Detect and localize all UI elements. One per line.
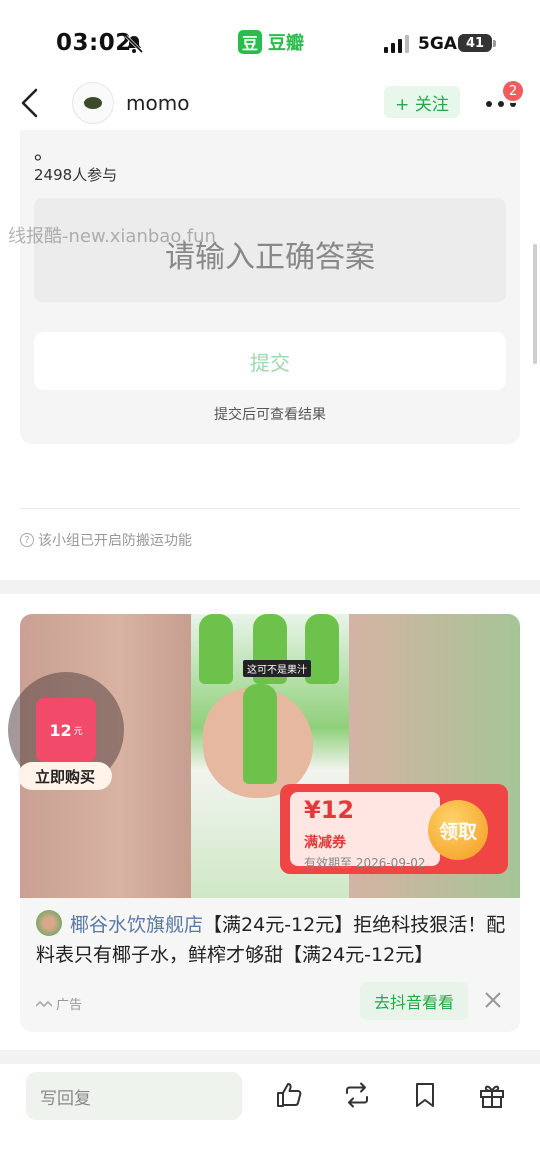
poll-participants: 2498人参与 (34, 166, 118, 184)
group-name[interactable]: momo (126, 91, 189, 115)
divider (20, 508, 520, 509)
douban-logo-icon: 豆 (238, 30, 262, 54)
goto-douyin-button[interactable]: 去抖音看看 (360, 982, 468, 1020)
buy-unit: 元 (73, 726, 83, 737)
buy-now-button[interactable]: 立即购买 (18, 762, 112, 790)
bookmark-icon[interactable] (410, 1080, 440, 1110)
battery-tip (493, 40, 496, 47)
question-icon: ? (20, 533, 34, 547)
top-nav: momo + 关注 (0, 80, 540, 130)
claim-coupon-button[interactable]: 领取 (428, 800, 488, 860)
bottom-bar: 写回复 (0, 1064, 540, 1174)
network-type: 5GA (418, 34, 457, 54)
section-gap (0, 580, 540, 594)
protect-notice: ? 该小组已开启防搬运功能 (20, 530, 192, 550)
close-icon[interactable] (483, 990, 503, 1010)
battery-icon: 41 (458, 34, 492, 52)
submit-hint: 提交后可查看结果 (214, 407, 326, 423)
video-caption: 这可不是果汁 (243, 660, 311, 677)
poll-text-end: 。 (34, 140, 54, 164)
coupon-type: 满减券 (304, 835, 346, 851)
ad-wave-icon (36, 1000, 52, 1007)
ad-tag-label: 广告 (56, 998, 83, 1013)
buy-price: 12 (49, 720, 72, 740)
app-name: 豆瓣 (268, 33, 304, 54)
watermark: 线报酷-new.xianbao.fun (8, 226, 216, 247)
like-icon[interactable] (274, 1080, 304, 1110)
section-gap (0, 1050, 540, 1064)
buy-ticket[interactable]: 12 元 (36, 698, 96, 762)
follow-button[interactable]: + 关注 (384, 86, 460, 118)
avatar-logo-icon (84, 97, 102, 109)
repost-icon[interactable] (342, 1080, 372, 1110)
reply-input[interactable]: 写回复 (26, 1072, 242, 1120)
protect-notice-text: 该小组已开启防搬运功能 (38, 533, 192, 549)
status-bar: 03:02 豆 豆瓣 5GA 41 (0, 0, 540, 80)
back-icon[interactable] (18, 86, 42, 120)
coupon-amount: ¥12 (304, 796, 355, 824)
coupon-body: ¥12 满减券 有效期至 2026-09-02 (290, 792, 440, 870)
poll-card: 。 2498人参与 请输入正确答案 提交 提交后可查看结果 (20, 130, 520, 444)
gift-icon[interactable] (477, 1080, 507, 1110)
coupon-expiry: 有效期至 2026-09-02 (304, 856, 426, 870)
shop-name: 椰谷水饮旗舰店 (70, 914, 204, 936)
coupon[interactable]: ¥12 满减券 有效期至 2026-09-02 领取 (280, 784, 508, 874)
bell-off-icon (124, 34, 144, 54)
bottle-shape (243, 684, 277, 784)
signal-icon (384, 35, 409, 53)
ad-title[interactable]: 椰谷水饮旗舰店【满24元-12元】拒绝科技狠活！配料表只有椰子水，鲜榨才够甜【满… (36, 910, 510, 970)
status-time: 03:02 (56, 30, 132, 56)
app-indicator: 豆 豆瓣 (238, 30, 304, 54)
scrollbar[interactable] (533, 244, 537, 364)
ad-tag: 广告 (36, 994, 82, 1013)
notification-badge: 2 (501, 79, 525, 103)
bottle-shape (199, 614, 233, 684)
answer-input[interactable]: 请输入正确答案 (34, 198, 506, 302)
submit-button[interactable]: 提交 (34, 332, 506, 390)
group-avatar[interactable] (72, 82, 114, 124)
